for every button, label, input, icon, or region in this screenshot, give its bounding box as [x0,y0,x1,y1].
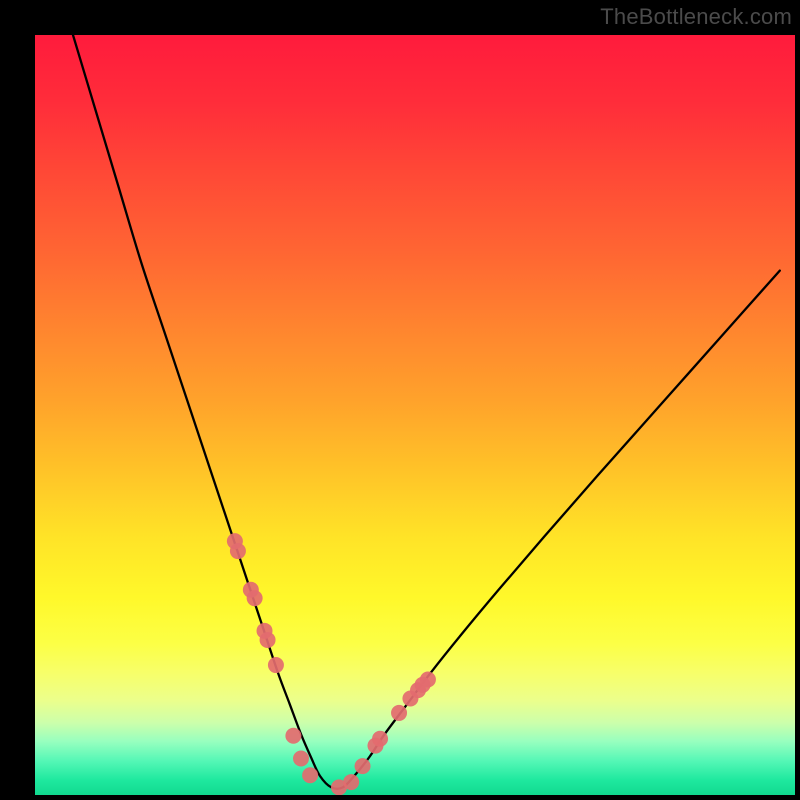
marker-dot [343,774,359,790]
marker-dot [302,767,318,783]
plot-area [35,35,795,795]
marker-dot [391,705,407,721]
marker-dot [268,657,284,673]
watermark-text: TheBottleneck.com [600,4,792,30]
marker-dot [230,543,246,559]
marker-dot [285,728,301,744]
marker-dot [247,590,263,606]
highlight-markers [227,533,436,795]
marker-dot [372,731,388,747]
marker-dot [355,758,371,774]
curve-svg [35,35,795,795]
marker-dot [293,751,309,767]
chart-frame: TheBottleneck.com [0,0,800,800]
marker-dot [420,671,436,687]
marker-dot [260,632,276,648]
